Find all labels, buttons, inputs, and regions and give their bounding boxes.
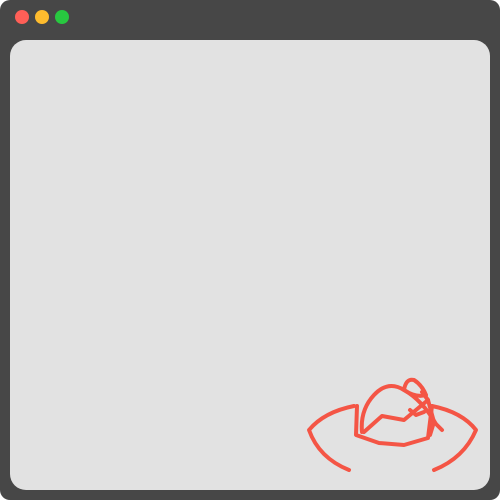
minimize-window-button[interactable] bbox=[35, 10, 49, 24]
maximize-window-button[interactable] bbox=[55, 10, 69, 24]
close-window-button[interactable] bbox=[15, 10, 29, 24]
wizard-hat-icon bbox=[304, 340, 484, 490]
content-area bbox=[10, 40, 490, 490]
app-window bbox=[0, 0, 500, 500]
title-bar bbox=[0, 0, 500, 36]
